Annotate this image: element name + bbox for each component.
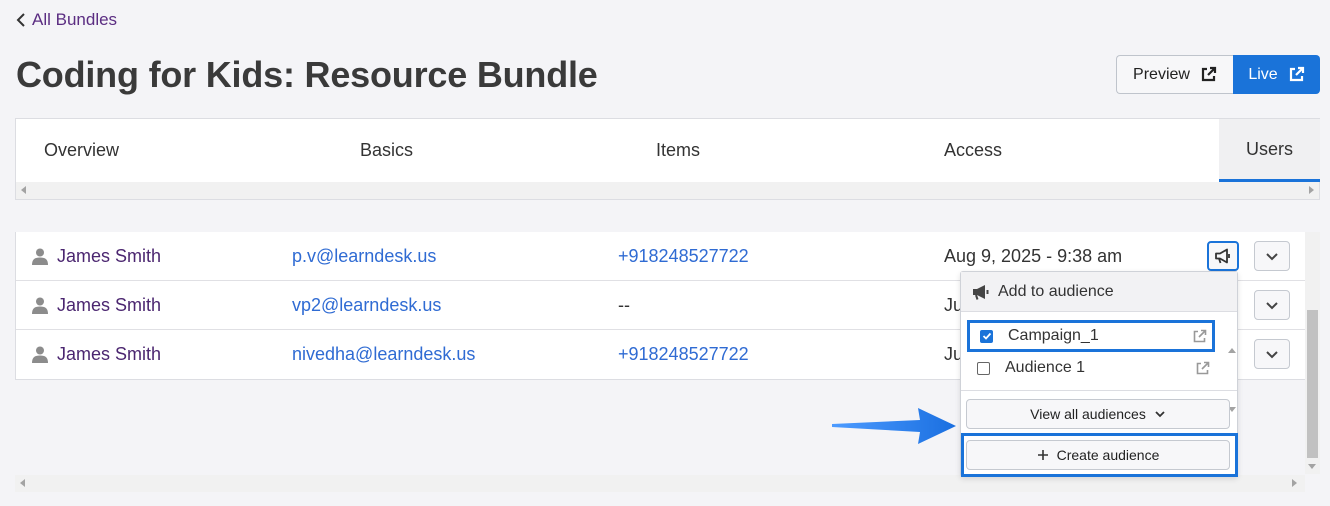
scrollbar-thumb[interactable] <box>1307 310 1318 458</box>
audience-item-campaign-1[interactable]: Campaign_1 <box>967 320 1215 352</box>
tab-basics[interactable]: Basics <box>360 119 413 182</box>
audience-dropdown-title: Add to audience <box>998 282 1114 300</box>
table-vertical-scrollbar[interactable] <box>1305 232 1320 474</box>
preview-button-label: Preview <box>1133 65 1190 83</box>
audience-dropdown: Add to audience Campaign_1 Audience 1 Vi… <box>960 271 1238 477</box>
user-name: James Smith <box>57 294 162 315</box>
user-name: James Smith <box>57 344 162 364</box>
scroll-down-arrow-icon[interactable] <box>1308 464 1316 469</box>
tab-items[interactable]: Items <box>656 119 700 182</box>
create-audience-label: Create audience <box>1056 447 1160 463</box>
scroll-up-arrow-icon[interactable] <box>1228 348 1236 353</box>
external-link-icon <box>1289 66 1304 82</box>
audience-item-audience-1[interactable]: Audience 1 <box>967 352 1215 384</box>
back-link-label: All Bundles <box>32 10 118 29</box>
user-icon <box>32 297 48 314</box>
row-expand-button[interactable] <box>1254 339 1290 369</box>
external-link-icon[interactable] <box>1192 329 1207 344</box>
row-expand-button[interactable] <box>1254 290 1290 320</box>
megaphone-icon <box>1215 248 1230 264</box>
tab-overview[interactable]: Overview <box>44 119 119 182</box>
plus-icon <box>1037 450 1048 460</box>
live-button[interactable]: Live <box>1233 55 1320 94</box>
audience-checkbox[interactable] <box>980 329 993 343</box>
user-icon <box>32 346 48 363</box>
user-email[interactable]: vp2@learndesk.us <box>292 281 441 329</box>
audience-checkbox[interactable] <box>977 361 990 375</box>
table-horizontal-scrollbar[interactable] <box>15 475 1305 492</box>
scroll-right-arrow-icon[interactable] <box>1292 479 1297 487</box>
tab-access[interactable]: Access <box>944 119 1002 182</box>
back-link-all-bundles[interactable]: All Bundles <box>16 10 117 30</box>
checkmark-icon <box>982 332 991 340</box>
user-phone[interactable]: +918248527722 <box>618 232 749 280</box>
header-button-group: Preview Live <box>1116 55 1320 94</box>
live-button-label: Live <box>1248 65 1278 83</box>
row-expand-button[interactable] <box>1254 241 1290 271</box>
user-phone[interactable]: +918248527722 <box>618 330 749 379</box>
chevron-down-icon <box>1266 253 1278 261</box>
user-email[interactable]: p.v@learndesk.us <box>292 232 436 280</box>
add-to-audience-button[interactable] <box>1207 241 1239 271</box>
tab-users[interactable]: Users <box>1219 119 1320 182</box>
scroll-left-arrow-icon[interactable] <box>20 479 25 487</box>
tabs-horizontal-scrollbar[interactable] <box>16 182 1319 199</box>
audience-item-label: Audience 1 <box>1005 359 1086 376</box>
user-icon <box>32 248 48 265</box>
preview-button[interactable]: Preview <box>1116 55 1233 94</box>
divider <box>961 390 1237 391</box>
chevron-down-icon <box>1155 411 1165 418</box>
external-link-icon <box>1201 66 1217 82</box>
scroll-left-arrow-icon[interactable] <box>21 186 26 194</box>
user-phone: -- <box>618 294 630 315</box>
user-name: James Smith <box>57 245 162 266</box>
audience-dropdown-header: Add to audience <box>961 272 1237 312</box>
view-all-audiences-button[interactable]: View all audiences <box>966 399 1230 429</box>
user-email[interactable]: nivedha@learndesk.us <box>292 330 475 379</box>
external-link-icon[interactable] <box>1195 361 1210 376</box>
tabs-panel: Overview Basics Items Access Users <box>15 118 1320 200</box>
audience-list: Campaign_1 Audience 1 <box>961 312 1237 388</box>
create-audience-button[interactable]: Create audience <box>966 440 1230 470</box>
audience-item-label: Campaign_1 <box>1008 327 1099 344</box>
chevron-down-icon <box>1266 302 1278 310</box>
chevron-down-icon <box>1266 351 1278 359</box>
page-title: Coding for Kids: Resource Bundle <box>16 54 598 95</box>
chevron-left-icon <box>16 13 25 27</box>
user-name-cell[interactable]: James Smith <box>32 281 161 329</box>
megaphone-icon <box>973 284 989 300</box>
scroll-right-arrow-icon[interactable] <box>1309 186 1314 194</box>
view-all-audiences-label: View all audiences <box>1030 406 1146 422</box>
user-name-cell[interactable]: James Smith <box>32 330 161 379</box>
annotation-arrow-icon <box>832 408 956 444</box>
user-name-cell[interactable]: James Smith <box>32 232 161 280</box>
